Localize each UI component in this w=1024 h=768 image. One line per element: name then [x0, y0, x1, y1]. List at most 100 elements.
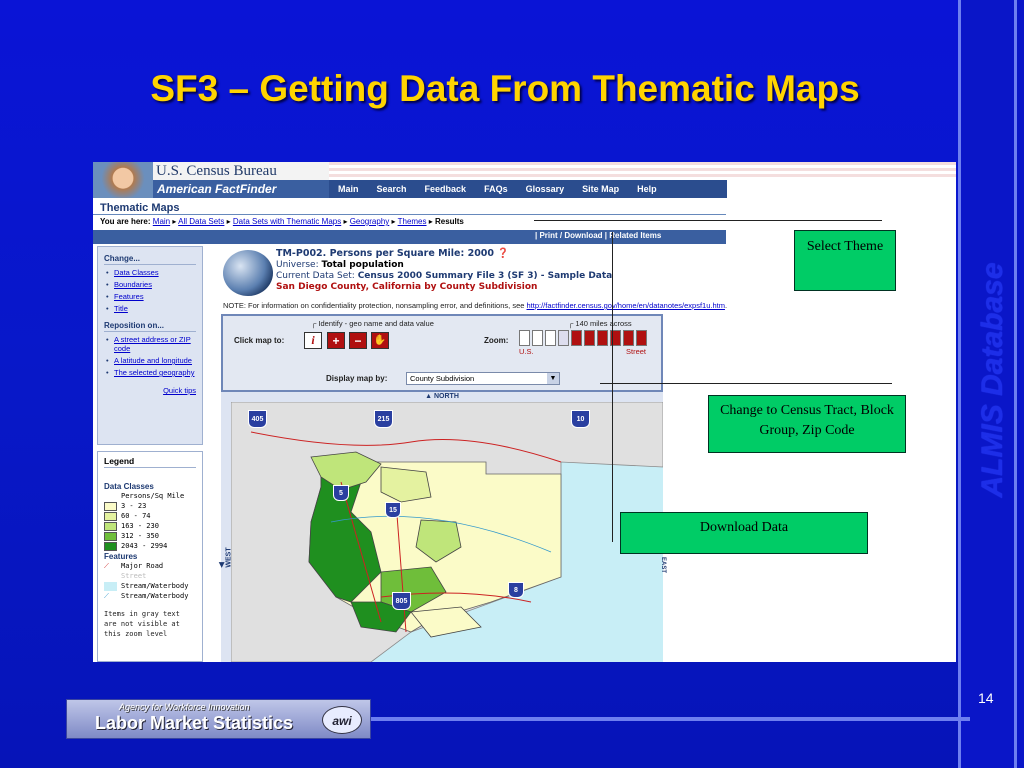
callout-line [534, 220, 882, 221]
water-swatch [104, 581, 117, 591]
download-data-callout: Download Data [620, 512, 868, 554]
crumb-all-data-sets[interactable]: All Data Sets [178, 217, 224, 226]
crumb-data-sets-thematic[interactable]: Data Sets with Thematic Maps [233, 217, 341, 226]
header-photo [93, 162, 153, 198]
slide-title: SF3 – Getting Data From Thematic Maps [150, 68, 860, 109]
highway-shield-icon: 10 [571, 410, 590, 428]
thematic-map[interactable]: 405 215 10 5 15 805 8 [230, 401, 664, 662]
data-classes-heading: Data Classes [104, 482, 154, 491]
east-label: EAST [660, 556, 667, 574]
features-heading: Features [104, 552, 138, 561]
breadcrumb: You are here: Main ▸ All Data Sets ▸ Dat… [100, 217, 464, 226]
link-features[interactable]: Features [106, 292, 196, 301]
reposition-heading: Reposition on... [104, 321, 196, 332]
note-line: NOTE: For information on confidentiality… [223, 301, 728, 310]
legend-class: 163 - 230 [104, 521, 196, 531]
feature-waterbody: Stream/Waterbody [104, 581, 196, 591]
main-nav: Main Search Feedback FAQs Glossary Site … [329, 180, 727, 198]
census-bureau-title: U.S. Census Bureau [153, 162, 329, 180]
legend-swatch [104, 541, 117, 551]
footer-rule [370, 717, 970, 721]
stream-line-icon: ⟋ [104, 591, 109, 600]
zoom-level-10[interactable] [636, 330, 647, 346]
link-title[interactable]: Title [106, 304, 196, 313]
identify-label: ┌ Identify - geo name and data value [311, 319, 434, 328]
dataset-line: Current Data Set: Census 2000 Summary Fi… [276, 271, 613, 281]
link-street-address[interactable]: A street address or ZIP code [106, 335, 196, 353]
flag-banner [329, 162, 956, 180]
display-map-select[interactable]: County Subdivision ▼ [406, 372, 560, 385]
print-download-links[interactable]: | Print / Download | Related Items [535, 231, 661, 240]
crumb-main[interactable]: Main [153, 217, 170, 226]
map-drawing [230, 401, 664, 662]
feature-street: Street [121, 572, 147, 580]
legend-note: Items in gray text are not visible at th… [104, 610, 180, 638]
nav-glossary[interactable]: Glossary [517, 184, 574, 194]
nav-search[interactable]: Search [368, 184, 416, 194]
nav-main[interactable]: Main [329, 184, 368, 194]
zoom-level-2[interactable] [532, 330, 543, 346]
map-frame: ▲ NORTH ◀ WEST 405 215 10 5 15 805 8 [219, 392, 664, 662]
map-controls: Click map to: ┌ Identify - geo name and … [221, 314, 663, 392]
zoom-level-5[interactable] [571, 330, 582, 346]
link-selected-geography[interactable]: The selected geography [106, 368, 196, 377]
zoom-level-7[interactable] [597, 330, 608, 346]
display-map-label: Display map by: [326, 374, 388, 383]
callout-line [600, 383, 892, 384]
pan-hand-button[interactable]: ✋ [371, 332, 389, 349]
breadcrumb-prefix: You are here: [100, 217, 151, 226]
logo-name: Labor Market Statistics [95, 713, 294, 733]
identify-tool-button[interactable]: i [304, 332, 322, 349]
factfinder-logo[interactable]: American FactFinder [153, 180, 329, 198]
table-title: TM-P002. Persons per Square Mile: 2000 ❓ [276, 248, 510, 259]
crumb-geography[interactable]: Geography [350, 217, 390, 226]
change-heading: Change... [104, 254, 196, 265]
link-data-classes[interactable]: Data Classes [106, 268, 196, 277]
select-theme-callout: Select Theme [794, 230, 896, 291]
zoom-level-9[interactable] [623, 330, 634, 346]
help-icon[interactable]: ❓ [497, 248, 509, 259]
quick-tips-link[interactable]: Quick tips [104, 386, 196, 395]
side-title: ALMIS Database [976, 262, 1009, 498]
pan-north-button[interactable]: ▲ NORTH [221, 392, 663, 402]
legend-swatch [104, 521, 117, 531]
zoom-scale-label: ┌ 140 miles across [568, 319, 632, 328]
nav-site-map[interactable]: Site Map [573, 184, 628, 194]
highway-shield-icon: 405 [248, 410, 267, 428]
nav-help[interactable]: Help [628, 184, 666, 194]
link-lat-long[interactable]: A latitude and longitude [106, 356, 196, 365]
crumb-themes[interactable]: Themes [398, 217, 427, 226]
feature-major-road: ⟋ Major Road [104, 561, 164, 571]
zoom-in-button[interactable]: + [327, 332, 345, 349]
legend-unit: Persons/Sq Mile [121, 492, 185, 500]
zoom-level-1[interactable] [519, 330, 530, 346]
zoom-label: Zoom: [484, 336, 509, 345]
nav-feedback[interactable]: Feedback [416, 184, 476, 194]
link-boundaries[interactable]: Boundaries [106, 280, 196, 289]
change-geography-callout: Change to Census Tract, Block Group, Zip… [708, 395, 906, 453]
legend-title: Legend [104, 456, 196, 468]
legend-swatch [104, 511, 117, 521]
feature-stream: ⟋ Stream/Waterbody [104, 591, 189, 601]
left-panel: Change... Data Classes Boundaries Featur… [97, 246, 203, 445]
divider [93, 214, 726, 215]
zoom-level-3[interactable] [545, 330, 556, 346]
datanotes-link[interactable]: http://factfinder.census.gov/home/en/dat… [527, 301, 725, 310]
page-number: 14 [978, 690, 994, 706]
logo-tagline: Agency for Workforce Innovation [119, 702, 250, 712]
highway-shield-icon: 5 [333, 485, 349, 501]
callout-line [612, 232, 613, 542]
nav-faqs[interactable]: FAQs [475, 184, 517, 194]
section-title: Thematic Maps [100, 202, 180, 214]
map-legend: Legend Data Classes Persons/Sq Mile 3 - … [97, 451, 203, 662]
legend-class: 2043 - 2994 [104, 541, 196, 551]
universe-line: Universe: Total population [276, 260, 404, 270]
highway-shield-icon: 805 [392, 592, 411, 610]
pan-west-button[interactable]: ◀ WEST [219, 402, 233, 662]
zoom-level-4[interactable] [558, 330, 569, 346]
right-decor-line [1014, 0, 1017, 768]
crumb-results: Results [434, 217, 464, 226]
highway-shield-icon: 15 [385, 502, 401, 518]
zoom-level-6[interactable] [584, 330, 595, 346]
zoom-out-button[interactable]: − [349, 332, 367, 349]
